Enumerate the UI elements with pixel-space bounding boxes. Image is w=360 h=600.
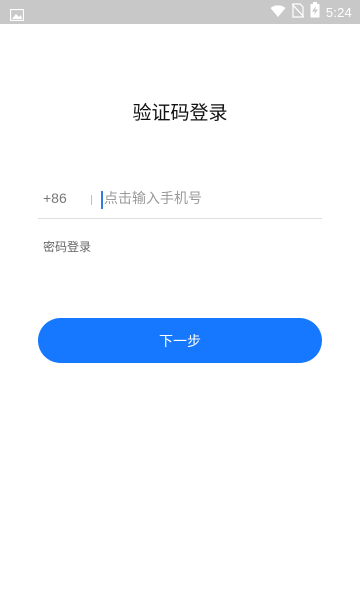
country-code[interactable]: +86 bbox=[43, 190, 67, 206]
country-code-divider bbox=[91, 195, 92, 205]
password-login-link[interactable]: 密码登录 bbox=[43, 238, 91, 255]
text-caret bbox=[101, 191, 103, 209]
image-icon bbox=[9, 6, 25, 22]
clock-time: 5:24 bbox=[325, 4, 352, 20]
no-sim-icon bbox=[291, 2, 305, 22]
page-title: 验证码登录 bbox=[132, 102, 228, 124]
status-icons: 5:24 bbox=[270, 0, 352, 24]
status-bar: 5:24 bbox=[0, 0, 360, 24]
battery-charging-icon bbox=[310, 2, 320, 22]
phone-number-input[interactable] bbox=[104, 188, 314, 210]
phone-input-row: +86 bbox=[38, 182, 322, 219]
next-step-button[interactable]: 下一步 bbox=[38, 318, 322, 363]
wifi-icon bbox=[270, 3, 286, 22]
